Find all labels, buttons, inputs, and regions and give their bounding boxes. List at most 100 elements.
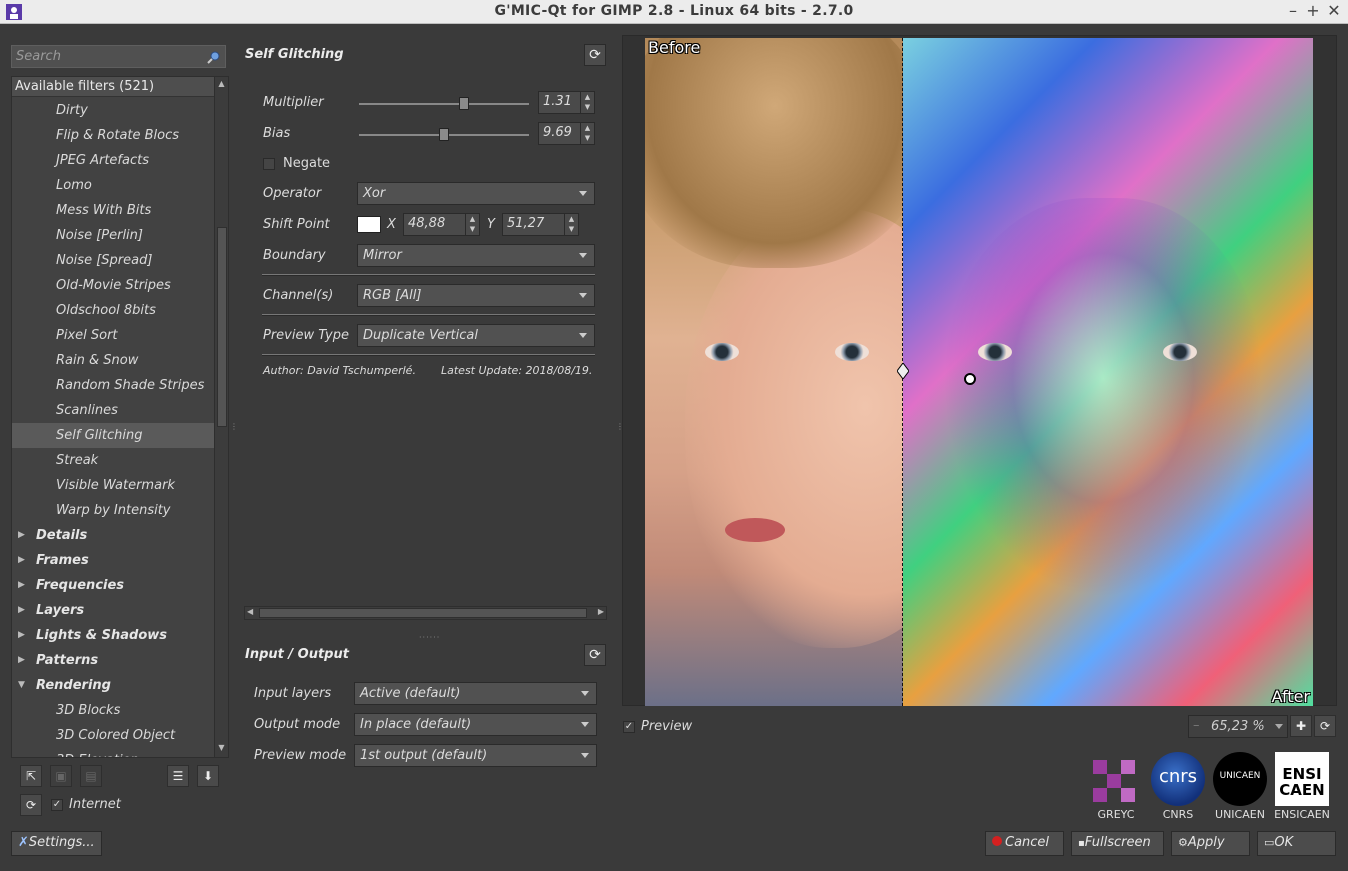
expand-collapse-button[interactable]: ⬇ <box>197 765 219 787</box>
internet-checkbox[interactable]: ✓ <box>51 799 63 811</box>
close-icon[interactable]: ✕ <box>1325 1 1343 20</box>
zoom-reset-button[interactable]: ⟳ <box>1314 715 1336 737</box>
bias-slider[interactable] <box>359 128 529 141</box>
tree-filter-item[interactable]: Visible Watermark <box>12 473 215 498</box>
filter-tree[interactable]: Available filters (521) Dirty Flip & Rota… <box>11 76 229 758</box>
zoom-in-button[interactable]: ✚ <box>1290 715 1312 737</box>
tree-category[interactable]: ▶ Layers <box>12 598 215 623</box>
minimize-icon[interactable]: – <box>1284 1 1302 20</box>
tree-filter-item[interactable]: Noise [Perlin] <box>12 223 215 248</box>
tree-filter-item[interactable]: Mess With Bits <box>12 198 215 223</box>
tree-category[interactable]: ▶ Frequencies <box>12 573 215 598</box>
scroll-right-icon[interactable]: ▶ <box>598 607 604 616</box>
tree-filter-item[interactable]: Pixel Sort <box>12 323 215 348</box>
scroll-down-icon[interactable]: ▼ <box>215 743 228 757</box>
tree-filter-item[interactable]: 3D Blocks <box>12 698 215 723</box>
add-favorite-button[interactable]: ⇱ <box>20 765 42 787</box>
tree-filter-item[interactable]: 3D Colored Object <box>12 723 215 748</box>
zoom-out-icon[interactable]: – <box>1193 718 1200 733</box>
apply-button[interactable]: ⚙Apply <box>1171 831 1250 856</box>
ok-button[interactable]: ▭OK <box>1257 831 1336 856</box>
shift-x-spinbox[interactable]: 48,88 ▲ ▼ <box>403 213 480 236</box>
chevron-down-icon[interactable] <box>1275 724 1283 729</box>
tree-filter-item[interactable]: Self Glitching <box>12 423 215 448</box>
chevron-right-icon[interactable]: ▶ <box>18 573 25 598</box>
params-hscrollbar[interactable]: ◀ ▶ <box>244 606 607 620</box>
splitter-handle[interactable]: ······ <box>419 633 440 642</box>
splitter-handle[interactable]: ⋮ <box>230 422 238 431</box>
tree-item-label: Warp by Intensity <box>56 503 171 518</box>
input-layers-select[interactable]: Active (default) <box>354 682 597 705</box>
tree-filter-item[interactable]: Streak <box>12 448 215 473</box>
shift-point-color-swatch[interactable] <box>357 216 381 233</box>
spin-arrows-icon[interactable]: ▲ ▼ <box>580 92 594 113</box>
tree-filter-item[interactable]: Rain & Snow <box>12 348 215 373</box>
tree-filter-item[interactable]: Random Shade Stripes <box>12 373 215 398</box>
tree-filter-item[interactable]: 3D Elevation <box>12 748 215 757</box>
tree-filter-item[interactable]: Noise [Spread] <box>12 248 215 273</box>
eye <box>1163 343 1197 361</box>
multiplier-value: 1.31 <box>543 94 572 109</box>
rename-favorite-button[interactable]: ▤ <box>80 765 102 787</box>
tree-category[interactable]: ▼ Rendering <box>12 673 215 698</box>
split-handle-icon[interactable] <box>897 363 909 379</box>
spin-arrows-icon[interactable]: ▲ ▼ <box>580 123 594 144</box>
chevron-right-icon[interactable]: ▶ <box>18 548 25 573</box>
filter-tree-scrollbar[interactable]: ▲ ▼ <box>214 77 228 757</box>
channels-select[interactable]: RGB [All] <box>357 284 595 307</box>
tree-filter-item[interactable]: Scanlines <box>12 398 215 423</box>
operator-select[interactable]: Xor <box>357 182 595 205</box>
chevron-down-icon[interactable]: ▼ <box>18 673 25 698</box>
chevron-right-icon[interactable]: ▶ <box>18 523 25 548</box>
preview-checkbox[interactable]: ✓ <box>623 721 635 733</box>
spin-arrows-icon[interactable]: ▲ ▼ <box>564 214 578 235</box>
fullscreen-button[interactable]: ▪Fullscreen <box>1071 831 1164 856</box>
tree-category[interactable]: ▶ Lights & Shadows <box>12 623 215 648</box>
tree-category[interactable]: ▶ Frames <box>12 548 215 573</box>
tree-filter-item[interactable]: Flip & Rotate Blocs <box>12 123 215 148</box>
chevron-right-icon[interactable]: ▶ <box>18 648 25 673</box>
tree-filter-item[interactable]: Oldschool 8bits <box>12 298 215 323</box>
child-hair <box>645 38 925 268</box>
tree-filter-item[interactable]: Dirty <box>12 98 215 123</box>
scrollbar-thumb[interactable] <box>217 227 227 427</box>
tree-category[interactable]: ▶ Patterns <box>12 648 215 673</box>
preview-mode-select[interactable]: 1st output (default) <box>354 744 597 767</box>
tree-filter-item[interactable]: Old-Movie Stripes <box>12 273 215 298</box>
bias-spinbox[interactable]: 9.69 ▲ ▼ <box>538 122 595 145</box>
maximize-icon[interactable]: + <box>1304 1 1322 20</box>
splitter-handle[interactable]: ⋮ <box>616 422 624 431</box>
reset-io-button[interactable]: ⟳ <box>584 644 606 666</box>
preview-type-select[interactable]: Duplicate Vertical <box>357 324 595 347</box>
shift-point-handle[interactable] <box>964 373 976 385</box>
cancel-button[interactable]: Cancel <box>985 831 1064 856</box>
boundary-select[interactable]: Mirror <box>357 244 595 267</box>
cancel-label: Cancel <box>1005 835 1050 850</box>
multiplier-slider[interactable] <box>359 97 529 110</box>
tree-filter-item[interactable]: Lomo <box>12 173 215 198</box>
tree-category[interactable]: ▶ Details <box>12 523 215 548</box>
chevron-right-icon[interactable]: ▶ <box>18 623 25 648</box>
refresh-filters-button[interactable]: ⟳ <box>20 794 42 816</box>
zoom-input[interactable]: – 65,23 % <box>1188 715 1288 738</box>
multiplier-slider-knob[interactable] <box>459 97 469 110</box>
preview-image[interactable]: Before After <box>645 38 1313 706</box>
scrollbar-thumb[interactable] <box>259 608 587 618</box>
output-mode-select[interactable]: In place (default) <box>354 713 597 736</box>
remove-favorite-button[interactable]: ▣ <box>50 765 72 787</box>
bias-slider-knob[interactable] <box>439 128 449 141</box>
chevron-right-icon[interactable]: ▶ <box>18 598 25 623</box>
search-input[interactable]: Search <box>11 45 226 68</box>
filter-tree-header: Available filters (521) <box>12 77 215 97</box>
negate-checkbox[interactable] <box>263 158 275 170</box>
scroll-left-icon[interactable]: ◀ <box>247 607 253 616</box>
settings-button[interactable]: ✗Settings... <box>11 831 102 856</box>
shift-y-spinbox[interactable]: 51,27 ▲ ▼ <box>502 213 579 236</box>
toggle-visibility-button[interactable]: ☰ <box>167 765 189 787</box>
tree-filter-item[interactable]: Warp by Intensity <box>12 498 215 523</box>
reset-params-button[interactable]: ⟳ <box>584 44 606 66</box>
multiplier-spinbox[interactable]: 1.31 ▲ ▼ <box>538 91 595 114</box>
tree-filter-item[interactable]: JPEG Artefacts <box>12 148 215 173</box>
scroll-up-icon[interactable]: ▲ <box>215 79 228 93</box>
spin-arrows-icon[interactable]: ▲ ▼ <box>465 214 479 235</box>
